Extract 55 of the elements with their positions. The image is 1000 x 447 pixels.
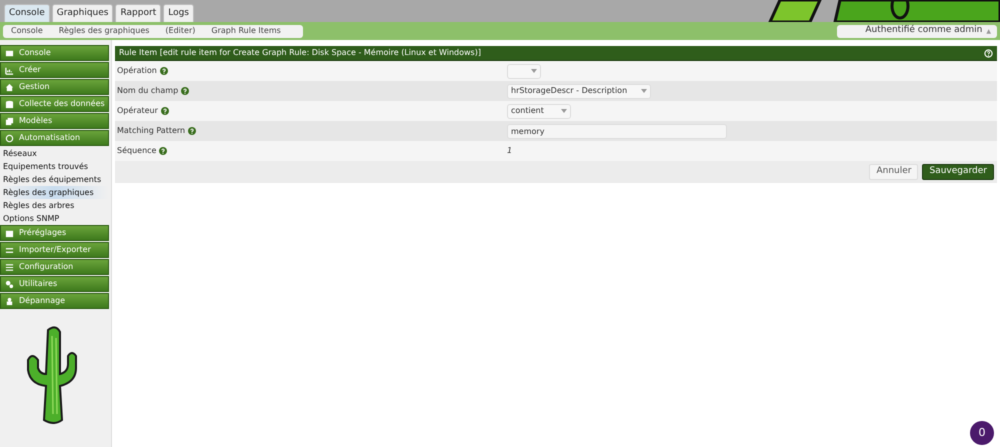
caret-icon	[531, 69, 537, 73]
help-icon[interactable]	[160, 107, 169, 115]
sidebar-section[interactable]: Modèles	[0, 113, 109, 129]
help-icon[interactable]	[181, 87, 190, 95]
caret-icon	[641, 89, 647, 93]
field-value: 1	[507, 145, 512, 157]
help-icon[interactable]	[159, 147, 168, 155]
menu-icon	[5, 100, 14, 108]
breadcrumb-link[interactable]: Graph Rule Items	[203, 25, 289, 37]
menu-icon	[5, 246, 14, 254]
sidebar-section[interactable]: Gestion	[0, 79, 109, 95]
menu-icon	[5, 82, 14, 92]
sidebar-section[interactable]: Utilitaires	[0, 276, 109, 292]
sidebar-link[interactable]: Equipements trouvés	[0, 160, 109, 173]
field-label: Matching Pattern	[117, 125, 186, 137]
sidebar-section[interactable]: Préréglages	[0, 225, 109, 241]
help-icon[interactable]	[984, 48, 993, 58]
nav-tab[interactable]: Graphiques	[52, 4, 114, 22]
sidebar-section[interactable]: Créer	[0, 62, 109, 78]
menu-icon	[5, 296, 14, 306]
nav-tab[interactable]: Logs	[163, 4, 194, 22]
menu-icon	[5, 280, 14, 288]
save-button[interactable]: Sauvegarder	[922, 164, 994, 180]
sidebar-link[interactable]: Règles des arbres	[0, 199, 109, 212]
nav-tab[interactable]: Rapport	[115, 4, 162, 22]
help-icon[interactable]	[188, 127, 196, 135]
breadcrumb-link[interactable]: Règles des graphiques	[50, 25, 158, 37]
field-label: Nom du champ	[117, 85, 178, 97]
sidebar-link[interactable]: Réseaux	[0, 147, 109, 160]
notification-badge[interactable]: 0	[970, 421, 994, 445]
menu-icon	[5, 48, 14, 58]
breadcrumb-link[interactable]: Console	[3, 25, 51, 37]
field-label: Séquence	[117, 145, 156, 157]
field-label: Opérateur	[117, 105, 158, 117]
menu-icon	[5, 228, 14, 238]
sidebar-section[interactable]: Configuration	[0, 259, 109, 275]
sidebar-section[interactable]: Importer/Exporter	[0, 242, 109, 258]
sidebar-link[interactable]: Règles des équipements	[0, 173, 109, 186]
input-field[interactable]: memory	[507, 124, 727, 138]
field-label: Opération	[117, 65, 157, 77]
panel-title: Rule Item [edit rule item for Create Graph Rule: Disk Space - Mémoire (Linux et Windows)]	[119, 47, 481, 59]
sidebar-section[interactable]: Collecte des données	[0, 96, 109, 112]
menu-icon	[5, 66, 14, 74]
dropdown[interactable]: contient	[507, 104, 571, 118]
help-icon[interactable]	[160, 67, 168, 75]
caret-icon	[561, 109, 567, 113]
sidebar-section[interactable]: Console	[0, 45, 109, 61]
nav-tab[interactable]: Console	[4, 4, 50, 22]
breadcrumb-link[interactable]: (Editer)	[157, 25, 204, 37]
cancel-button[interactable]: Annuler	[869, 164, 918, 180]
dropdown[interactable]: hrStorageDescr - Description	[507, 84, 651, 98]
menu-icon	[5, 262, 14, 272]
sidebar-link[interactable]: Options SNMP	[0, 212, 109, 225]
sidebar-section[interactable]: Automatisation	[0, 130, 109, 146]
sidebar-section[interactable]: Dépannage	[0, 293, 109, 309]
